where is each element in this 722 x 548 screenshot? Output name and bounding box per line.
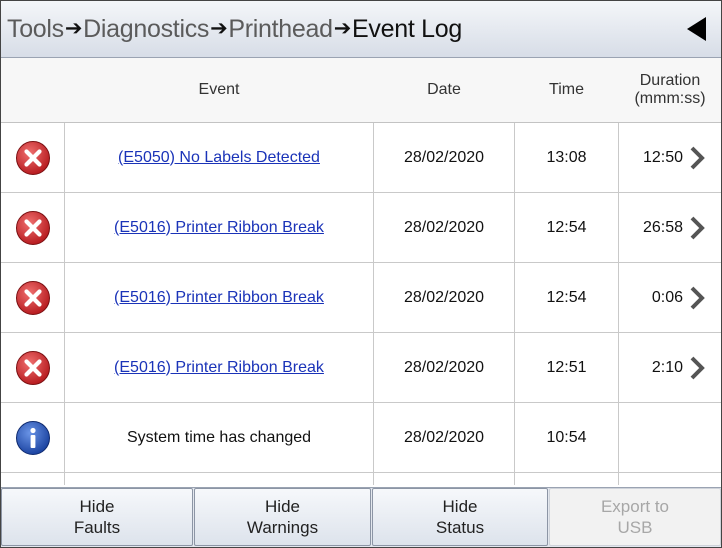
event-time: 12:54 — [546, 218, 587, 236]
header-time: Time — [549, 81, 584, 98]
event-link[interactable]: (E5016) Printer Ribbon Break — [114, 219, 324, 237]
event-log-screen: Tools ➔ Diagnostics ➔ Printhead ➔ Event … — [0, 0, 722, 548]
event-date: 28/02/2020 — [403, 148, 485, 166]
event-time: 12:51 — [546, 358, 587, 376]
event-date: 28/02/2020 — [403, 358, 485, 376]
footer-toolbar: Hide Faults Hide Warnings Hide Status Ex… — [1, 487, 721, 547]
table-row[interactable]: (E5016) Printer Ribbon Break 28/02/2020 … — [1, 333, 721, 403]
hide-status-label-line2: Status — [435, 518, 485, 537]
event-time: 13:08 — [546, 148, 587, 166]
table-row[interactable]: (E5050) No Labels Detected 28/02/2020 13… — [1, 123, 721, 193]
breadcrumb-tools[interactable]: Tools — [7, 15, 64, 44]
error-icon — [15, 210, 50, 245]
export-usb-label-line1: Export to — [600, 497, 670, 516]
info-icon — [15, 420, 50, 455]
header-duration-label: Duration — [639, 72, 701, 89]
header-date: Date — [427, 81, 461, 98]
breadcrumb-arrow-icon: ➔ — [210, 16, 228, 40]
export-to-usb-button: Export to USB — [549, 488, 721, 546]
export-usb-label-line2: USB — [617, 518, 653, 537]
breadcrumb-event-log: Event Log — [352, 14, 462, 43]
table-row[interactable]: (E5016) Printer Ribbon Break 28/02/2020 … — [1, 263, 721, 333]
breadcrumb-arrow-icon: ➔ — [64, 16, 83, 40]
header-icon-column — [1, 58, 64, 122]
header-event: Event — [198, 81, 240, 98]
event-duration: 12:50 — [642, 148, 683, 166]
event-date: 28/02/2020 — [403, 288, 485, 306]
breadcrumb: Tools ➔ Diagnostics ➔ Printhead ➔ Event … — [7, 15, 462, 44]
event-date: 28/02/2020 — [403, 218, 485, 236]
hide-warnings-button[interactable]: Hide Warnings — [194, 488, 371, 546]
event-time: 10:54 — [546, 428, 587, 446]
breadcrumb-diagnostics[interactable]: Diagnostics — [83, 15, 209, 44]
table-row — [1, 473, 721, 485]
hide-status-label-line1: Hide — [442, 497, 478, 516]
table-row[interactable]: (E5016) Printer Ribbon Break 28/02/2020 … — [1, 193, 721, 263]
back-button[interactable] — [681, 14, 711, 44]
error-icon — [15, 350, 50, 385]
event-duration: 0:06 — [651, 288, 683, 306]
error-icon — [15, 140, 50, 175]
header-bar: Tools ➔ Diagnostics ➔ Printhead ➔ Event … — [1, 1, 721, 58]
hide-faults-label-line1: Hide — [79, 497, 115, 516]
event-text: System time has changed — [126, 428, 312, 446]
header-duration: Duration (mmm:ss) — [619, 58, 721, 122]
hide-warnings-label-line1: Hide — [265, 497, 300, 516]
header-duration-unit: (mmm:ss) — [634, 90, 706, 107]
chevron-right-icon[interactable] — [689, 355, 705, 381]
event-duration: 2:10 — [651, 358, 683, 376]
chevron-right-icon[interactable] — [689, 145, 705, 171]
event-link[interactable]: (E5016) Printer Ribbon Break — [114, 289, 324, 307]
event-link[interactable]: (E5050) No Labels Detected — [118, 149, 320, 167]
breadcrumb-arrow-icon: ➔ — [333, 16, 352, 40]
chevron-right-icon[interactable] — [689, 285, 705, 311]
table-row[interactable]: System time has changed 28/02/2020 10:54 — [1, 403, 721, 473]
event-duration: 26:58 — [642, 218, 683, 236]
breadcrumb-printhead[interactable]: Printhead — [228, 15, 333, 44]
back-triangle-icon — [687, 17, 706, 41]
event-log-table: Event Date Time Duration (mmm:ss) (E5050… — [1, 58, 721, 485]
error-icon — [15, 280, 50, 315]
chevron-right-icon[interactable] — [689, 215, 705, 241]
hide-faults-button[interactable]: Hide Faults — [1, 488, 193, 546]
event-time: 12:54 — [546, 288, 587, 306]
hide-warnings-label-line2: Warnings — [246, 518, 319, 537]
event-date: 28/02/2020 — [403, 428, 485, 446]
table-header-row: Event Date Time Duration (mmm:ss) — [1, 58, 721, 123]
hide-status-button[interactable]: Hide Status — [372, 488, 548, 546]
event-link[interactable]: (E5016) Printer Ribbon Break — [114, 359, 324, 377]
hide-faults-label-line2: Faults — [73, 518, 121, 537]
